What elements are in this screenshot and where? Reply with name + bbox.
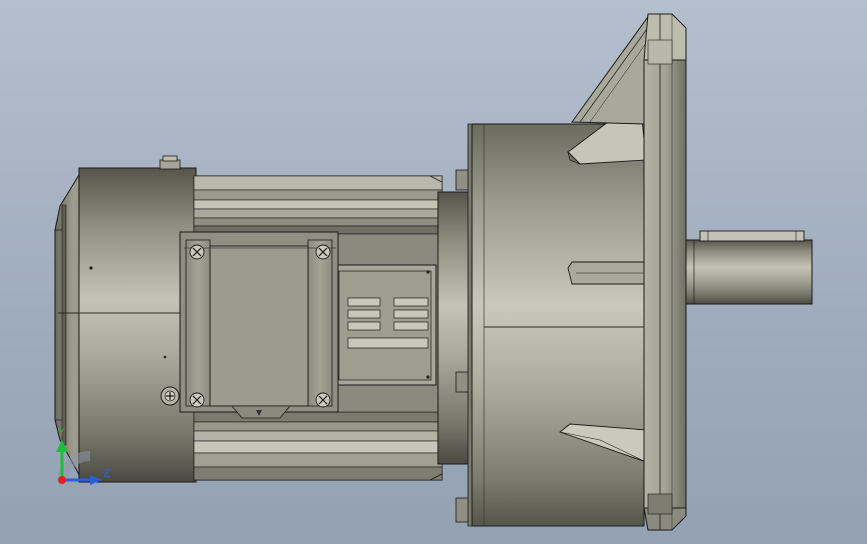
terminal-screw-tl (189, 244, 205, 260)
cad-viewport[interactable]: Y Z (0, 0, 867, 544)
terminal-screw-br (315, 392, 331, 408)
terminal-screw-bl (189, 392, 205, 408)
output-shaft[interactable] (685, 230, 813, 305)
terminal-box[interactable] (179, 231, 339, 419)
gear-motor-model[interactable] (0, 0, 867, 544)
terminal-screw-tr (315, 244, 331, 260)
name-plate (333, 264, 437, 386)
fan-cover[interactable] (54, 155, 197, 483)
coupling-ring[interactable] (437, 191, 471, 465)
gearbox-rib-middle (567, 261, 647, 285)
gearbox-housing[interactable] (455, 97, 647, 527)
